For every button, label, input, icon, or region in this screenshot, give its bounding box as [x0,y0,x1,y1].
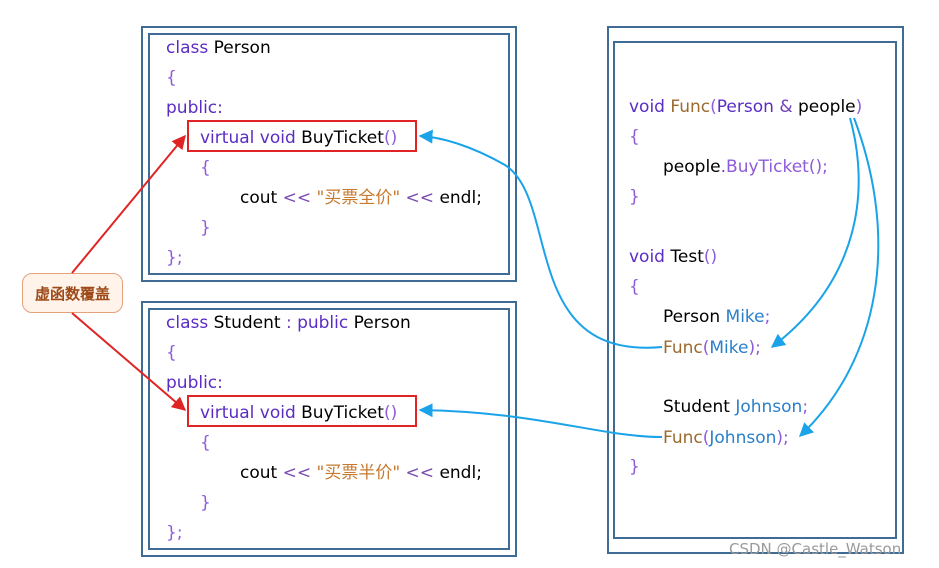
override-arrow-student [71,312,187,411]
override-arrow-person [71,134,186,274]
dispatch-arrow-person [418,129,663,349]
param-arrow-mike [770,117,860,348]
watermark: CSDN @Castle_Watson [729,540,902,558]
param-arrow-johnson [798,117,880,437]
arrows-overlay [71,117,880,438]
dispatch-arrow-student [418,403,663,438]
